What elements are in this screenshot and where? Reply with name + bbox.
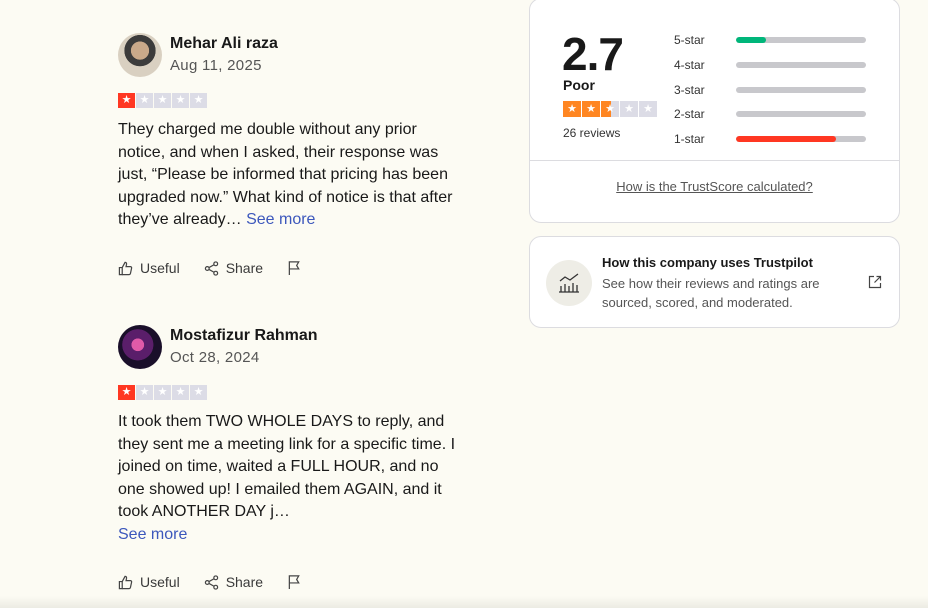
reviewer: Mehar Ali raza Aug 11, 2025	[118, 33, 458, 77]
star-icon: ★	[154, 93, 171, 108]
useful-button[interactable]: Useful	[118, 574, 180, 590]
star-icon: ★	[118, 93, 135, 108]
star-icon: ★	[639, 101, 657, 117]
star-icon: ★	[172, 93, 189, 108]
see-more-link[interactable]: See more	[118, 526, 187, 543]
trustscore-card: 2.7 Poor ★ ★ ★ ★ ★ 26 reviews 5-star 4-s…	[529, 0, 900, 223]
report-button[interactable]	[287, 260, 309, 276]
chart-icon	[546, 260, 592, 306]
review-body: It took them TWO WHOLE DAYS to reply, an…	[118, 413, 456, 520]
distribution-label: 2-star	[674, 107, 705, 122]
review-rating: ★ ★ ★ ★ ★	[118, 385, 458, 400]
review-actions: Useful Share	[118, 574, 333, 590]
review-card: Mostafizur Rahman Oct 28, 2024 ★ ★ ★ ★ ★…	[118, 325, 458, 546]
review-date: Oct 28, 2024	[170, 349, 260, 366]
distribution-bar	[736, 62, 866, 69]
star-icon: ★	[190, 93, 207, 108]
avatar[interactable]	[118, 33, 162, 77]
review-rating: ★ ★ ★ ★ ★	[118, 93, 458, 108]
share-icon	[204, 260, 218, 276]
distribution-label: 4-star	[674, 58, 705, 73]
review-actions: Useful Share	[118, 260, 333, 276]
share-label: Share	[225, 260, 264, 276]
star-icon: ★	[136, 385, 153, 400]
star-icon: ★	[563, 101, 581, 117]
thumbs-up-icon	[118, 261, 133, 275]
share-label: Share	[225, 574, 264, 590]
rating-distribution: 5-star 4-star 3-star 2-star 1-star	[674, 28, 866, 151]
distribution-row[interactable]: 4-star	[674, 53, 866, 78]
distribution-bar	[736, 136, 866, 143]
star-icon: ★	[620, 101, 638, 117]
star-icon: ★	[190, 385, 207, 400]
distribution-row[interactable]: 1-star	[674, 127, 866, 152]
distribution-row[interactable]: 3-star	[674, 77, 866, 102]
review-date: Aug 11, 2025	[170, 57, 262, 74]
trustscore-calc-link[interactable]: How is the TrustScore calculated?	[530, 179, 899, 194]
star-icon: ★	[582, 101, 600, 117]
flag-icon	[288, 575, 300, 590]
useful-button[interactable]: Useful	[118, 260, 180, 276]
review-count: 26 reviews	[563, 126, 621, 140]
avatar[interactable]	[118, 325, 162, 369]
external-link-icon	[868, 275, 882, 289]
review-text: They charged me double without any prior…	[118, 119, 458, 232]
trustscore-label: Poor	[563, 77, 595, 93]
distribution-bar	[736, 86, 866, 93]
see-more-link[interactable]: See more	[246, 211, 315, 228]
reviewer-info: Mehar Ali raza Aug 11, 2025	[170, 34, 278, 76]
report-button[interactable]	[287, 574, 309, 590]
distribution-bar	[736, 111, 866, 118]
review-text: It took them TWO WHOLE DAYS to reply, an…	[118, 411, 458, 546]
star-icon: ★	[136, 93, 153, 108]
reviewer-name[interactable]: Mehar Ali raza	[170, 34, 278, 54]
distribution-fill	[736, 37, 766, 44]
distribution-fill	[736, 136, 837, 143]
star-icon: ★	[118, 385, 135, 400]
info-card-description: See how their reviews and ratings are so…	[602, 276, 820, 310]
scroll-fade	[0, 596, 928, 608]
thumbs-up-icon	[118, 575, 133, 589]
review-card: Mehar Ali raza Aug 11, 2025 ★ ★ ★ ★ ★ Th…	[118, 33, 458, 232]
distribution-bar	[736, 37, 866, 44]
reviewer-info: Mostafizur Rahman Oct 28, 2024	[170, 326, 318, 368]
distribution-label: 1-star	[674, 132, 705, 147]
useful-label: Useful	[140, 260, 180, 276]
share-button[interactable]: Share	[204, 260, 263, 276]
reviewer-name[interactable]: Mostafizur Rahman	[170, 326, 318, 346]
trustscore-stars: ★ ★ ★ ★ ★	[563, 101, 657, 117]
trustscore-value: 2.7	[562, 28, 624, 80]
share-button[interactable]: Share	[204, 574, 263, 590]
flag-icon	[288, 261, 300, 276]
reviewer: Mostafizur Rahman Oct 28, 2024	[118, 325, 458, 369]
company-info-card[interactable]: How this company uses Trustpilot See how…	[529, 236, 900, 328]
star-icon: ★	[172, 385, 189, 400]
star-icon: ★	[154, 385, 171, 400]
star-icon: ★	[601, 101, 619, 117]
distribution-label: 5-star	[674, 33, 705, 48]
info-card-title: How this company uses Trustpilot	[602, 255, 813, 270]
distribution-row[interactable]: 2-star	[674, 102, 866, 127]
useful-label: Useful	[140, 574, 180, 590]
share-icon	[204, 574, 218, 590]
divider	[530, 160, 899, 161]
distribution-row[interactable]: 5-star	[674, 28, 866, 53]
distribution-label: 3-star	[674, 82, 705, 97]
